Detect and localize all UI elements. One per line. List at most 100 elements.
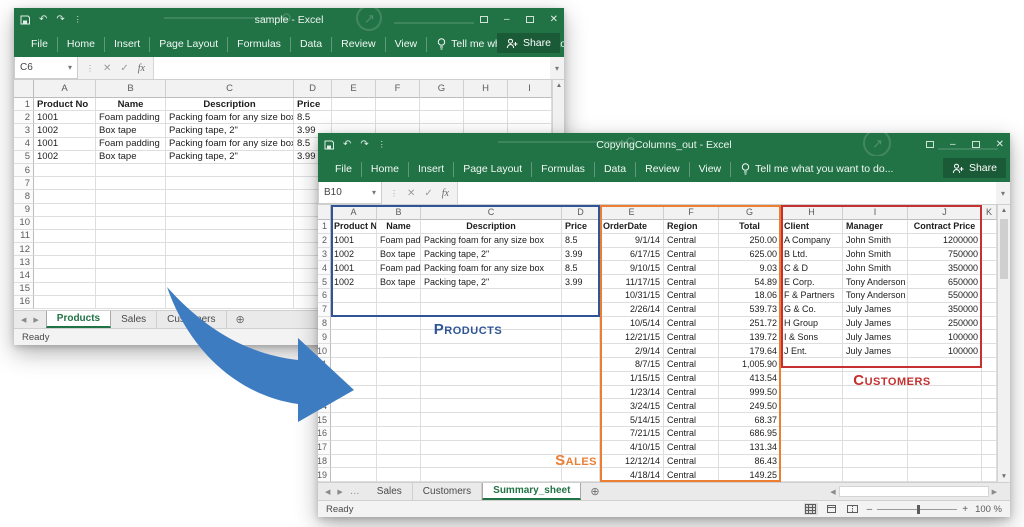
cell[interactable]: Contract Price xyxy=(908,220,982,234)
row-number[interactable]: 8 xyxy=(14,190,34,203)
cell[interactable]: Foam padding xyxy=(377,261,421,275)
cell[interactable]: Packing tape, 2" xyxy=(421,248,562,262)
row-number[interactable]: 19 xyxy=(318,468,331,482)
cell[interactable]: 6/17/15 xyxy=(600,248,664,262)
cell[interactable]: 12/21/15 xyxy=(600,330,664,344)
column-header[interactable]: D xyxy=(562,205,600,220)
insert-function-icon[interactable]: fx xyxy=(442,188,449,199)
cell[interactable]: 54.89 xyxy=(719,275,781,289)
row-number[interactable]: 7 xyxy=(14,177,34,190)
cell[interactable]: G & Co. xyxy=(781,303,843,317)
select-all-corner[interactable] xyxy=(14,80,34,98)
cell[interactable] xyxy=(843,427,908,441)
cell[interactable] xyxy=(781,386,843,400)
cell[interactable]: Name xyxy=(377,220,421,234)
undo-icon[interactable]: ↶ xyxy=(39,15,47,25)
cell[interactable] xyxy=(377,317,421,331)
name-box[interactable]: C6 ▾ xyxy=(14,57,78,79)
column-header[interactable]: A xyxy=(331,205,377,220)
cell[interactable]: Price xyxy=(294,98,332,111)
cell[interactable]: 8/7/15 xyxy=(600,358,664,372)
ribbon-tab-file[interactable]: File xyxy=(326,162,361,177)
cell[interactable] xyxy=(377,289,421,303)
cell[interactable] xyxy=(982,455,997,469)
cell[interactable] xyxy=(34,296,96,309)
cell[interactable] xyxy=(781,468,843,482)
cell[interactable]: 625.00 xyxy=(719,248,781,262)
cell[interactable] xyxy=(331,468,377,482)
row-number[interactable]: 9 xyxy=(318,330,331,344)
row-number[interactable]: 11 xyxy=(318,358,331,372)
cell[interactable] xyxy=(843,468,908,482)
row-number[interactable]: 3 xyxy=(14,124,34,137)
cell[interactable]: Packing tape, 2" xyxy=(166,124,294,137)
row-number[interactable]: 16 xyxy=(318,427,331,441)
row-number[interactable]: 9 xyxy=(14,204,34,217)
column-header[interactable]: B xyxy=(96,80,166,98)
page-break-preview-icon[interactable] xyxy=(846,503,860,515)
cell[interactable]: John Smith xyxy=(843,261,908,275)
cell[interactable] xyxy=(843,413,908,427)
cell[interactable]: Description xyxy=(421,220,562,234)
cell[interactable] xyxy=(843,441,908,455)
column-header[interactable]: K xyxy=(982,205,997,220)
ribbon-tab-view[interactable]: View xyxy=(385,37,427,52)
cell[interactable] xyxy=(421,455,562,469)
cell[interactable] xyxy=(421,441,562,455)
zoom-out-icon[interactable]: – xyxy=(867,504,873,515)
share-button[interactable]: Share xyxy=(497,33,560,53)
cell[interactable]: Name xyxy=(96,98,166,111)
cell[interactable]: 139.72 xyxy=(719,330,781,344)
cell[interactable] xyxy=(96,230,166,243)
redo-icon[interactable]: ↷ xyxy=(56,15,64,25)
column-header[interactable]: C xyxy=(166,80,294,98)
cell[interactable]: F & Partners xyxy=(781,289,843,303)
cell[interactable]: 650000 xyxy=(908,275,982,289)
ribbon-tab-review[interactable]: Review xyxy=(635,162,688,177)
cell[interactable] xyxy=(376,111,420,124)
cell[interactable]: Central xyxy=(664,234,719,248)
ribbon-tab-home[interactable]: Home xyxy=(361,162,408,177)
cell[interactable]: Central xyxy=(664,386,719,400)
sheet-tab-customers[interactable]: Customers xyxy=(413,483,482,500)
column-header[interactable]: I xyxy=(508,80,552,98)
cell[interactable]: 86.43 xyxy=(719,455,781,469)
cell[interactable] xyxy=(96,256,166,269)
cell[interactable]: E Corp. xyxy=(781,275,843,289)
cell[interactable] xyxy=(908,468,982,482)
sheet-nav-left-icon[interactable]: ◀ xyxy=(325,488,330,496)
cell[interactable]: 2/9/14 xyxy=(600,344,664,358)
cell[interactable]: Client xyxy=(781,220,843,234)
cell[interactable] xyxy=(908,386,982,400)
sheet-nav-right-icon[interactable]: ▶ xyxy=(33,316,38,324)
cell[interactable]: 999.50 xyxy=(719,386,781,400)
cancel-icon[interactable]: ✕ xyxy=(407,188,415,199)
cell[interactable]: 1002 xyxy=(34,124,96,137)
cell[interactable]: Central xyxy=(664,330,719,344)
cell[interactable] xyxy=(562,289,600,303)
normal-view-icon[interactable] xyxy=(804,503,818,515)
cell[interactable]: 10/5/14 xyxy=(600,317,664,331)
ribbon-display-options-icon[interactable] xyxy=(480,16,488,23)
formula-bar-more-icon[interactable]: ⋮ xyxy=(86,64,94,73)
cell[interactable]: 1,005.90 xyxy=(719,358,781,372)
ribbon-tab-page-layout[interactable]: Page Layout xyxy=(149,37,227,52)
cell[interactable] xyxy=(331,399,377,413)
formula-input[interactable] xyxy=(457,182,996,204)
cell[interactable] xyxy=(166,243,294,256)
column-header[interactable]: J xyxy=(908,205,982,220)
cell[interactable] xyxy=(34,217,96,230)
cell[interactable] xyxy=(34,164,96,177)
cell[interactable] xyxy=(908,399,982,413)
cell[interactable] xyxy=(420,98,464,111)
cell[interactable] xyxy=(562,344,600,358)
cell[interactable] xyxy=(377,372,421,386)
cell[interactable] xyxy=(332,98,376,111)
cell[interactable]: Central xyxy=(664,248,719,262)
cell[interactable] xyxy=(982,413,997,427)
ribbon-display-options-icon[interactable] xyxy=(926,141,934,148)
cell[interactable]: 250.00 xyxy=(719,234,781,248)
cell[interactable] xyxy=(377,358,421,372)
cell[interactable] xyxy=(781,399,843,413)
cell[interactable]: Central xyxy=(664,399,719,413)
